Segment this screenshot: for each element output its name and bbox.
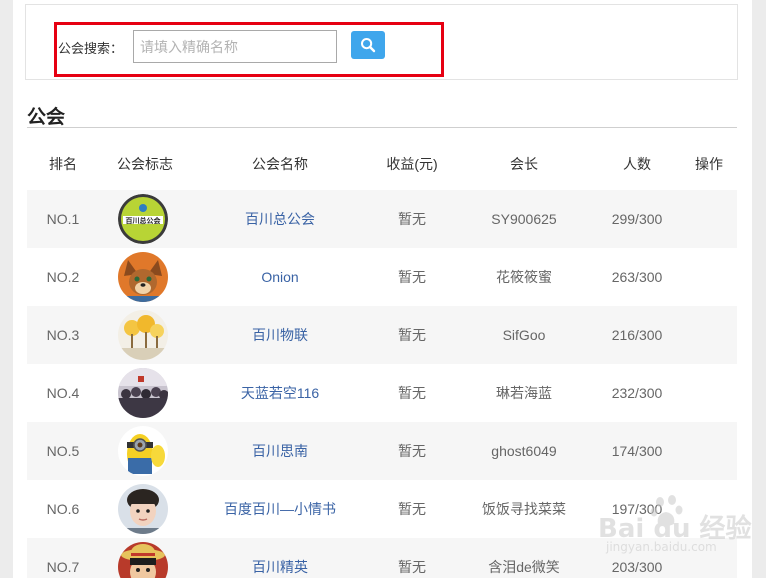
guild-name-link[interactable]: 天蓝若空116 [241,364,319,422]
rank-cell: NO.6 [46,501,80,517]
table-header: 排名 公会标志 公会名称 收益(元) 会长 人数 操作 [27,146,737,182]
members-cell: 174/300 [611,443,663,459]
leader-cell: 琳若海蓝 [496,385,552,401]
income-cell: 暂无 [398,327,426,343]
guild-name-link[interactable]: 百川物联 [252,306,308,364]
rank-cell: NO.4 [46,385,80,401]
leader-cell: 花筱筱蜜 [496,269,552,285]
leader-cell: 饭饭寻找菜菜 [482,501,566,517]
guild-name-link[interactable]: 百川思南 [252,422,308,480]
guild-name-link[interactable]: Onion [261,248,298,306]
search-panel: 公会搜索： [25,4,738,80]
table-row: NO.1 百川总公会 百川总公会 暂无 SY900625 299/300 [27,190,737,248]
guild-page: 公会搜索： 公会 排名 公会标志 公会名称 收益(元) 会长 人数 操作 NO.… [13,0,752,578]
logo-text: 百川总公会 [126,216,162,225]
rank-cell: NO.7 [46,559,80,575]
guild-logo-child[interactable] [118,484,168,534]
guild-logo-trees[interactable] [118,310,168,360]
guild-logo-minion[interactable] [118,426,168,476]
income-cell: 暂无 [398,501,426,517]
highlight-box [54,22,444,77]
leader-cell: 含泪de微笑 [488,559,560,575]
income-cell: 暂无 [398,269,426,285]
header-action: 操作 [695,156,723,172]
watermark-url: jingyan.baidu.com [606,540,717,554]
guild-name-link[interactable]: 百度百川—小情书 [224,480,336,538]
header-leader: 会长 [510,156,538,172]
income-cell: 暂无 [398,211,426,227]
rank-cell: NO.5 [46,443,80,459]
guild-logo-luffy[interactable] [118,542,168,578]
rank-cell: NO.2 [46,269,80,285]
leader-cell: SY900625 [491,211,557,227]
members-cell: 232/300 [611,385,663,401]
table-row: NO.5 百川思南 暂无 ghost6049 174/300 [27,422,737,480]
table-row: NO.4 天蓝若空116 暂无 琳若海蓝 232/300 [27,364,737,422]
header-rank: 排名 [49,156,77,172]
guild-logo-bc[interactable]: 百川总公会 [118,194,168,244]
members-cell: 263/300 [611,269,663,285]
income-cell: 暂无 [398,385,426,401]
guild-logo-crowd[interactable] [118,368,168,418]
table-row: NO.3 百川物联 暂无 SifGoo 216/300 [27,306,737,364]
members-cell: 299/300 [611,211,663,227]
members-cell: 216/300 [611,327,663,343]
header-logo: 公会标志 [117,156,173,172]
section-divider [27,127,737,128]
income-cell: 暂无 [398,443,426,459]
rank-cell: NO.1 [46,211,80,227]
guild-name-link[interactable]: 百川精英 [252,538,308,578]
income-cell: 暂无 [398,559,426,575]
header-name: 公会名称 [252,156,308,172]
table-row: NO.2 Onion 暂无 花筱筱蜜 263/300 [27,248,737,306]
header-members: 人数 [623,156,651,172]
baidu-watermark: Bai du 经验 jingyan.baidu.com [598,494,752,564]
leader-cell: ghost6049 [491,443,557,459]
section-title: 公会 [27,107,66,128]
leader-cell: SifGoo [502,327,546,343]
guild-name-link[interactable]: 百川总公会 [245,190,315,248]
guild-logo-fox[interactable] [118,252,168,302]
rank-cell: NO.3 [46,327,80,343]
header-income: 收益(元) [386,156,438,172]
